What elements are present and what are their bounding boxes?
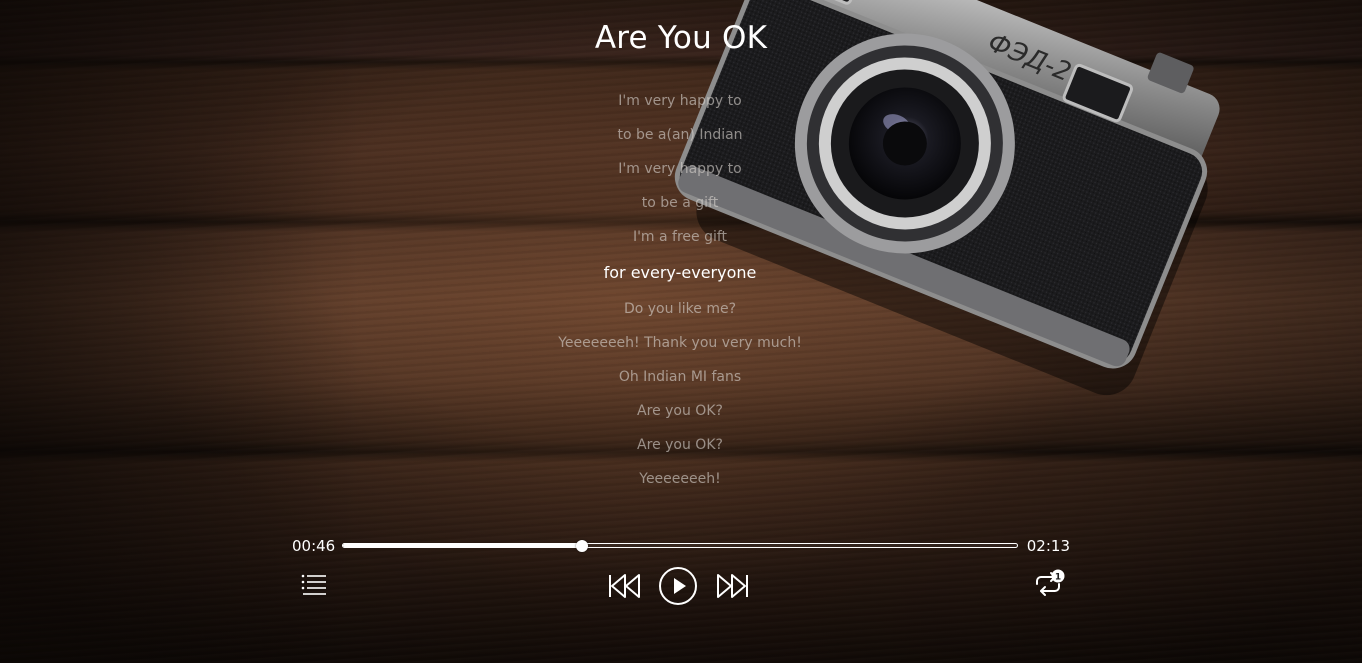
- lyric-line: to be a gift: [641, 195, 719, 211]
- play-icon: [659, 567, 697, 605]
- repeat-button[interactable]: 1: [1033, 569, 1067, 599]
- next-button[interactable]: [714, 573, 750, 599]
- song-title: Are You OK: [594, 20, 768, 56]
- progress-thumb[interactable]: [575, 539, 588, 552]
- progress-bar[interactable]: [342, 539, 1018, 552]
- lyric-line: Oh Indian MI fans: [618, 369, 742, 385]
- next-icon: [717, 574, 748, 598]
- lyric-line: Yeeeeeeeh! Thank you very much!: [558, 335, 802, 351]
- lyric-line: I'm very happy to: [618, 161, 742, 177]
- progress-fill: [343, 544, 582, 547]
- player-controls: 1: [0, 560, 1362, 620]
- previous-icon: [609, 574, 640, 598]
- progress-row: 00:46 02:13: [292, 536, 1070, 556]
- lyric-line: I'm a free gift: [632, 229, 728, 245]
- play-button[interactable]: [658, 566, 698, 606]
- playlist-button[interactable]: [300, 572, 328, 596]
- total-time: 02:13: [1026, 537, 1070, 555]
- playlist-icon: [301, 574, 326, 595]
- lyrics-list: I'm very happy to to be a(an) Indian I'm v…: [480, 84, 880, 496]
- previous-button[interactable]: [607, 573, 643, 599]
- repeat-one-icon: 1: [1036, 569, 1065, 596]
- current-time: 00:46: [292, 537, 336, 555]
- lyric-line: Do you like me?: [623, 301, 737, 317]
- lyric-line: I'm very happy to: [618, 93, 742, 109]
- lyric-line: Yeeeeeeeh!: [639, 471, 721, 487]
- lyric-line: to be a(an) Indian: [617, 127, 743, 143]
- repeat-badge: 1: [1055, 573, 1061, 583]
- lyric-line: Are you OK?: [637, 403, 723, 419]
- music-player: ФЭД-2 Are You OK I'm very happy to to be …: [0, 0, 1362, 663]
- lyric-line-active: for every-everyone: [603, 263, 757, 282]
- lyric-line: Are you OK?: [637, 437, 723, 453]
